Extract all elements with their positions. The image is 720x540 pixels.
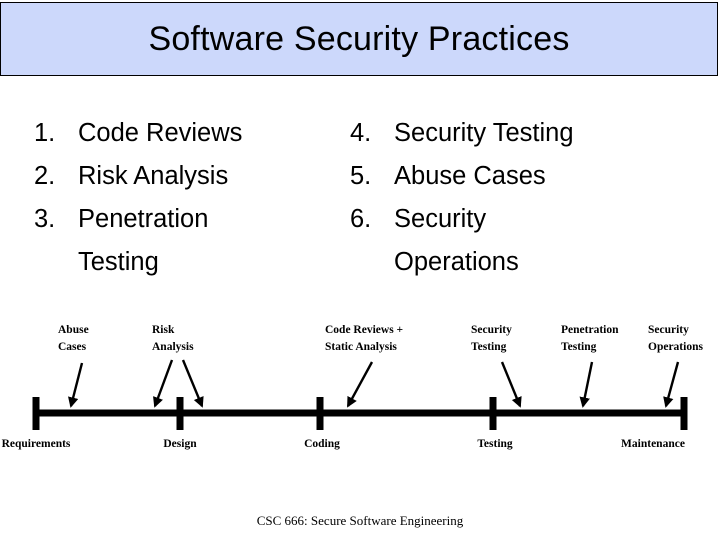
- list-item: 1. Code Reviews: [34, 112, 334, 155]
- timeline-phase-label-testing: Testing: [477, 438, 513, 450]
- callout-arrow-penetration-testing: [579, 361, 594, 408]
- callout-arrow-code-reviews: [346, 361, 374, 408]
- list-item-number: 6.: [350, 205, 372, 233]
- list-item-label: Penetration Testing: [78, 205, 209, 276]
- list-item-label: Code Reviews: [78, 119, 243, 147]
- callout-arrow-security-testing: [500, 361, 522, 408]
- callout-label-line1: Penetration: [561, 324, 619, 336]
- timeline-phase-label-maintenance: Maintenance: [621, 438, 685, 450]
- list-item: 4. Security Testing: [350, 112, 680, 155]
- list-item-label: Abuse Cases: [394, 162, 546, 190]
- timeline-phase-label-coding: Coding: [304, 438, 340, 450]
- callout-label-line1: Security: [471, 324, 512, 336]
- callout-label-line2: Cases: [58, 340, 87, 353]
- page-title: Software Security Practices: [148, 19, 570, 58]
- list-item: 2. Risk Analysis: [34, 155, 334, 198]
- practices-list-right: 4. Security Testing 5. Abuse Cases 6. Se…: [350, 112, 680, 284]
- list-item-number: 4.: [350, 119, 372, 147]
- list-item-label: Security Testing: [394, 119, 574, 147]
- list-item-label: Security Operations: [394, 205, 519, 276]
- callout-label-code-reviews: Code Reviews + Static Analysis: [325, 322, 455, 355]
- callout-label-security-testing: Security Testing: [471, 322, 551, 355]
- list-item-number: 2.: [34, 162, 56, 190]
- sdlc-timeline-diagram: Abuse Cases Risk Analysis Code Reviews +…: [0, 300, 720, 470]
- callout-label-line2: Testing: [471, 340, 507, 353]
- callout-label-line1: Security: [648, 324, 689, 336]
- callout-label-line1: Risk: [152, 324, 175, 336]
- list-item: 5. Abuse Cases: [350, 155, 680, 198]
- list-item-number: 3.: [34, 205, 56, 233]
- callout-arrow-security-operations: [663, 361, 680, 408]
- slide-canvas: Software Security Practices 1. Code Revi…: [0, 0, 720, 540]
- list-item-label: Risk Analysis: [78, 162, 229, 190]
- callout-arrow-risk-analysis-right: [181, 359, 204, 408]
- callout-label-security-operations: Security Operations: [648, 322, 720, 355]
- slide-title-bar: Software Security Practices: [0, 2, 718, 76]
- list-item-number: 5.: [350, 162, 372, 190]
- timeline-phase-label-design: Design: [163, 438, 197, 450]
- callout-label-line2: Testing: [561, 340, 597, 353]
- practices-list-left: 1. Code Reviews 2. Risk Analysis 3. Pene…: [34, 112, 334, 284]
- callout-label-penetration-testing: Penetration Testing: [561, 322, 646, 355]
- callout-label-risk-analysis: Risk Analysis: [152, 322, 232, 355]
- list-item-number: 1.: [34, 119, 56, 147]
- list-item: 3. Penetration Testing: [34, 198, 334, 284]
- callout-label-line2: Static Analysis: [325, 340, 397, 353]
- callout-label-abuse-cases: Abuse Cases: [58, 322, 138, 355]
- callout-label-line1: Code Reviews +: [325, 324, 404, 336]
- slide-footer: CSC 666: Secure Software Engineering: [256, 513, 464, 528]
- callout-label-line2: Operations: [648, 340, 703, 353]
- timeline-phase-label-requirements: Requirements: [1, 438, 71, 450]
- callout-arrow-abuse-cases: [68, 362, 84, 408]
- callout-label-line1: Abuse: [58, 324, 89, 336]
- callout-label-line2: Analysis: [152, 340, 194, 353]
- callout-arrow-risk-analysis-left: [153, 359, 174, 408]
- list-item: 6. Security Operations: [350, 198, 680, 284]
